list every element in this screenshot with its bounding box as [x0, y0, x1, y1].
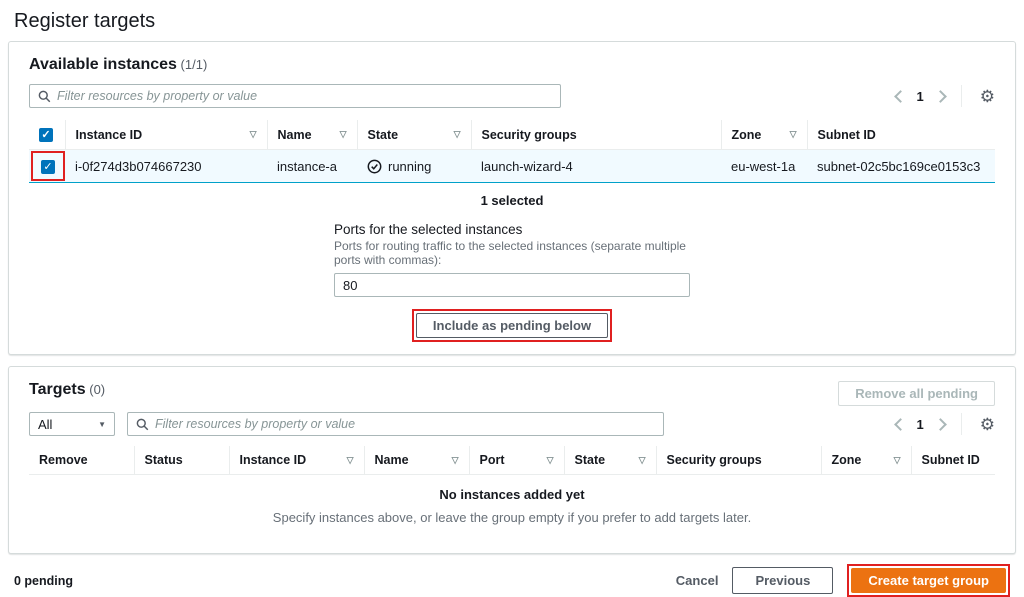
- sort-icon[interactable]: ▽: [547, 455, 554, 466]
- create-target-group-button[interactable]: Create target group: [851, 568, 1006, 593]
- previous-button[interactable]: Previous: [732, 567, 833, 594]
- cell-instance-id: i-0f274d3b074667230: [65, 150, 267, 183]
- filter-category-value: All: [38, 417, 52, 432]
- page-title: Register targets: [0, 0, 1024, 41]
- gear-icon[interactable]: ⚙: [980, 416, 995, 433]
- available-filter-field[interactable]: [57, 89, 552, 103]
- sort-icon[interactable]: ▽: [894, 455, 901, 466]
- col-zone[interactable]: Zone▽: [821, 446, 911, 475]
- available-page-number[interactable]: 1: [917, 89, 924, 104]
- caret-down-icon: ▼: [98, 420, 106, 429]
- chevron-right-icon[interactable]: [934, 90, 947, 103]
- chevron-right-icon[interactable]: [934, 418, 947, 431]
- col-state[interactable]: State▽: [564, 446, 656, 475]
- targets-pagination: 1: [896, 417, 945, 432]
- chevron-left-icon[interactable]: [894, 418, 907, 431]
- available-filter-input[interactable]: [29, 84, 561, 108]
- sort-icon[interactable]: ▽: [639, 455, 646, 466]
- col-state[interactable]: State▽: [357, 120, 471, 150]
- available-instances-title: Available instances (1/1): [29, 56, 207, 74]
- col-security-groups: Security groups: [471, 120, 721, 150]
- ports-label: Ports for the selected instances: [334, 222, 690, 237]
- pending-count: 0 pending: [14, 574, 73, 588]
- sort-icon[interactable]: ▽: [454, 129, 461, 140]
- table-row[interactable]: ✓ i-0f274d3b074667230 instance-a running…: [29, 150, 995, 183]
- col-security-groups: Security groups: [656, 446, 821, 475]
- divider: [961, 413, 962, 435]
- col-zone[interactable]: Zone▽: [721, 120, 807, 150]
- gear-icon[interactable]: ⚙: [980, 88, 995, 105]
- cell-security-groups: launch-wizard-4: [471, 150, 721, 183]
- col-status: Status: [134, 446, 229, 475]
- col-subnet-id: Subnet ID: [807, 120, 995, 150]
- sort-icon[interactable]: ▽: [790, 129, 797, 140]
- annotation-box: ✓: [31, 151, 65, 181]
- col-port[interactable]: Port▽: [469, 446, 564, 475]
- empty-state-description: Specify instances above, or leave the gr…: [29, 510, 995, 525]
- available-instances-panel: Available instances (1/1) 1 ⚙: [8, 41, 1016, 355]
- available-pagination: 1: [896, 89, 945, 104]
- col-instance-id[interactable]: Instance ID▽: [65, 120, 267, 150]
- empty-state-title: No instances added yet: [29, 487, 995, 502]
- empty-state: No instances added yet Specify instances…: [29, 475, 995, 541]
- select-all-header: ✓: [29, 120, 65, 150]
- cell-state: running: [357, 150, 471, 183]
- targets-filter-input[interactable]: [127, 412, 664, 436]
- targets-panel: Targets (0) Remove all pending All ▼ 1 ⚙: [8, 366, 1016, 554]
- filter-category-dropdown[interactable]: All ▼: [29, 412, 115, 436]
- cancel-button[interactable]: Cancel: [676, 573, 719, 588]
- col-remove: Remove: [29, 446, 134, 475]
- row-checkbox[interactable]: ✓: [41, 160, 55, 174]
- search-icon: [136, 418, 149, 431]
- select-all-checkbox[interactable]: ✓: [39, 128, 53, 142]
- sort-icon[interactable]: ▽: [250, 129, 257, 140]
- cell-subnet-id: subnet-02c5bc169ce0153c3: [807, 150, 995, 183]
- col-instance-id[interactable]: Instance ID▽: [229, 446, 364, 475]
- include-as-pending-button[interactable]: Include as pending below: [416, 313, 608, 338]
- cell-name: instance-a: [267, 150, 357, 183]
- available-instances-count: (1/1): [181, 57, 208, 72]
- sort-icon[interactable]: ▽: [340, 129, 347, 140]
- available-instances-table: ✓ Instance ID▽ Name▽ State▽ Security gro…: [29, 120, 995, 183]
- remove-all-pending-button[interactable]: Remove all pending: [838, 381, 995, 406]
- chevron-left-icon[interactable]: [894, 90, 907, 103]
- running-status-icon: [367, 159, 382, 174]
- targets-count: (0): [89, 382, 105, 397]
- col-name[interactable]: Name▽: [364, 446, 469, 475]
- annotation-box: Create target group: [847, 564, 1010, 597]
- selected-count-note: 1 selected: [29, 193, 995, 208]
- ports-input[interactable]: [334, 273, 690, 297]
- col-name[interactable]: Name▽: [267, 120, 357, 150]
- targets-page-number[interactable]: 1: [917, 417, 924, 432]
- ports-description: Ports for routing traffic to the selecte…: [334, 239, 690, 267]
- targets-table: Remove Status Instance ID▽ Name▽ Port▽ S…: [29, 446, 995, 475]
- targets-title: Targets (0): [29, 381, 105, 399]
- sort-icon[interactable]: ▽: [452, 455, 459, 466]
- cell-zone: eu-west-1a: [721, 150, 807, 183]
- annotation-box: Include as pending below: [412, 309, 612, 342]
- search-icon: [38, 90, 51, 103]
- sort-icon[interactable]: ▽: [347, 455, 354, 466]
- divider: [961, 85, 962, 107]
- targets-filter-field[interactable]: [155, 417, 655, 431]
- col-subnet-id: Subnet ID: [911, 446, 995, 475]
